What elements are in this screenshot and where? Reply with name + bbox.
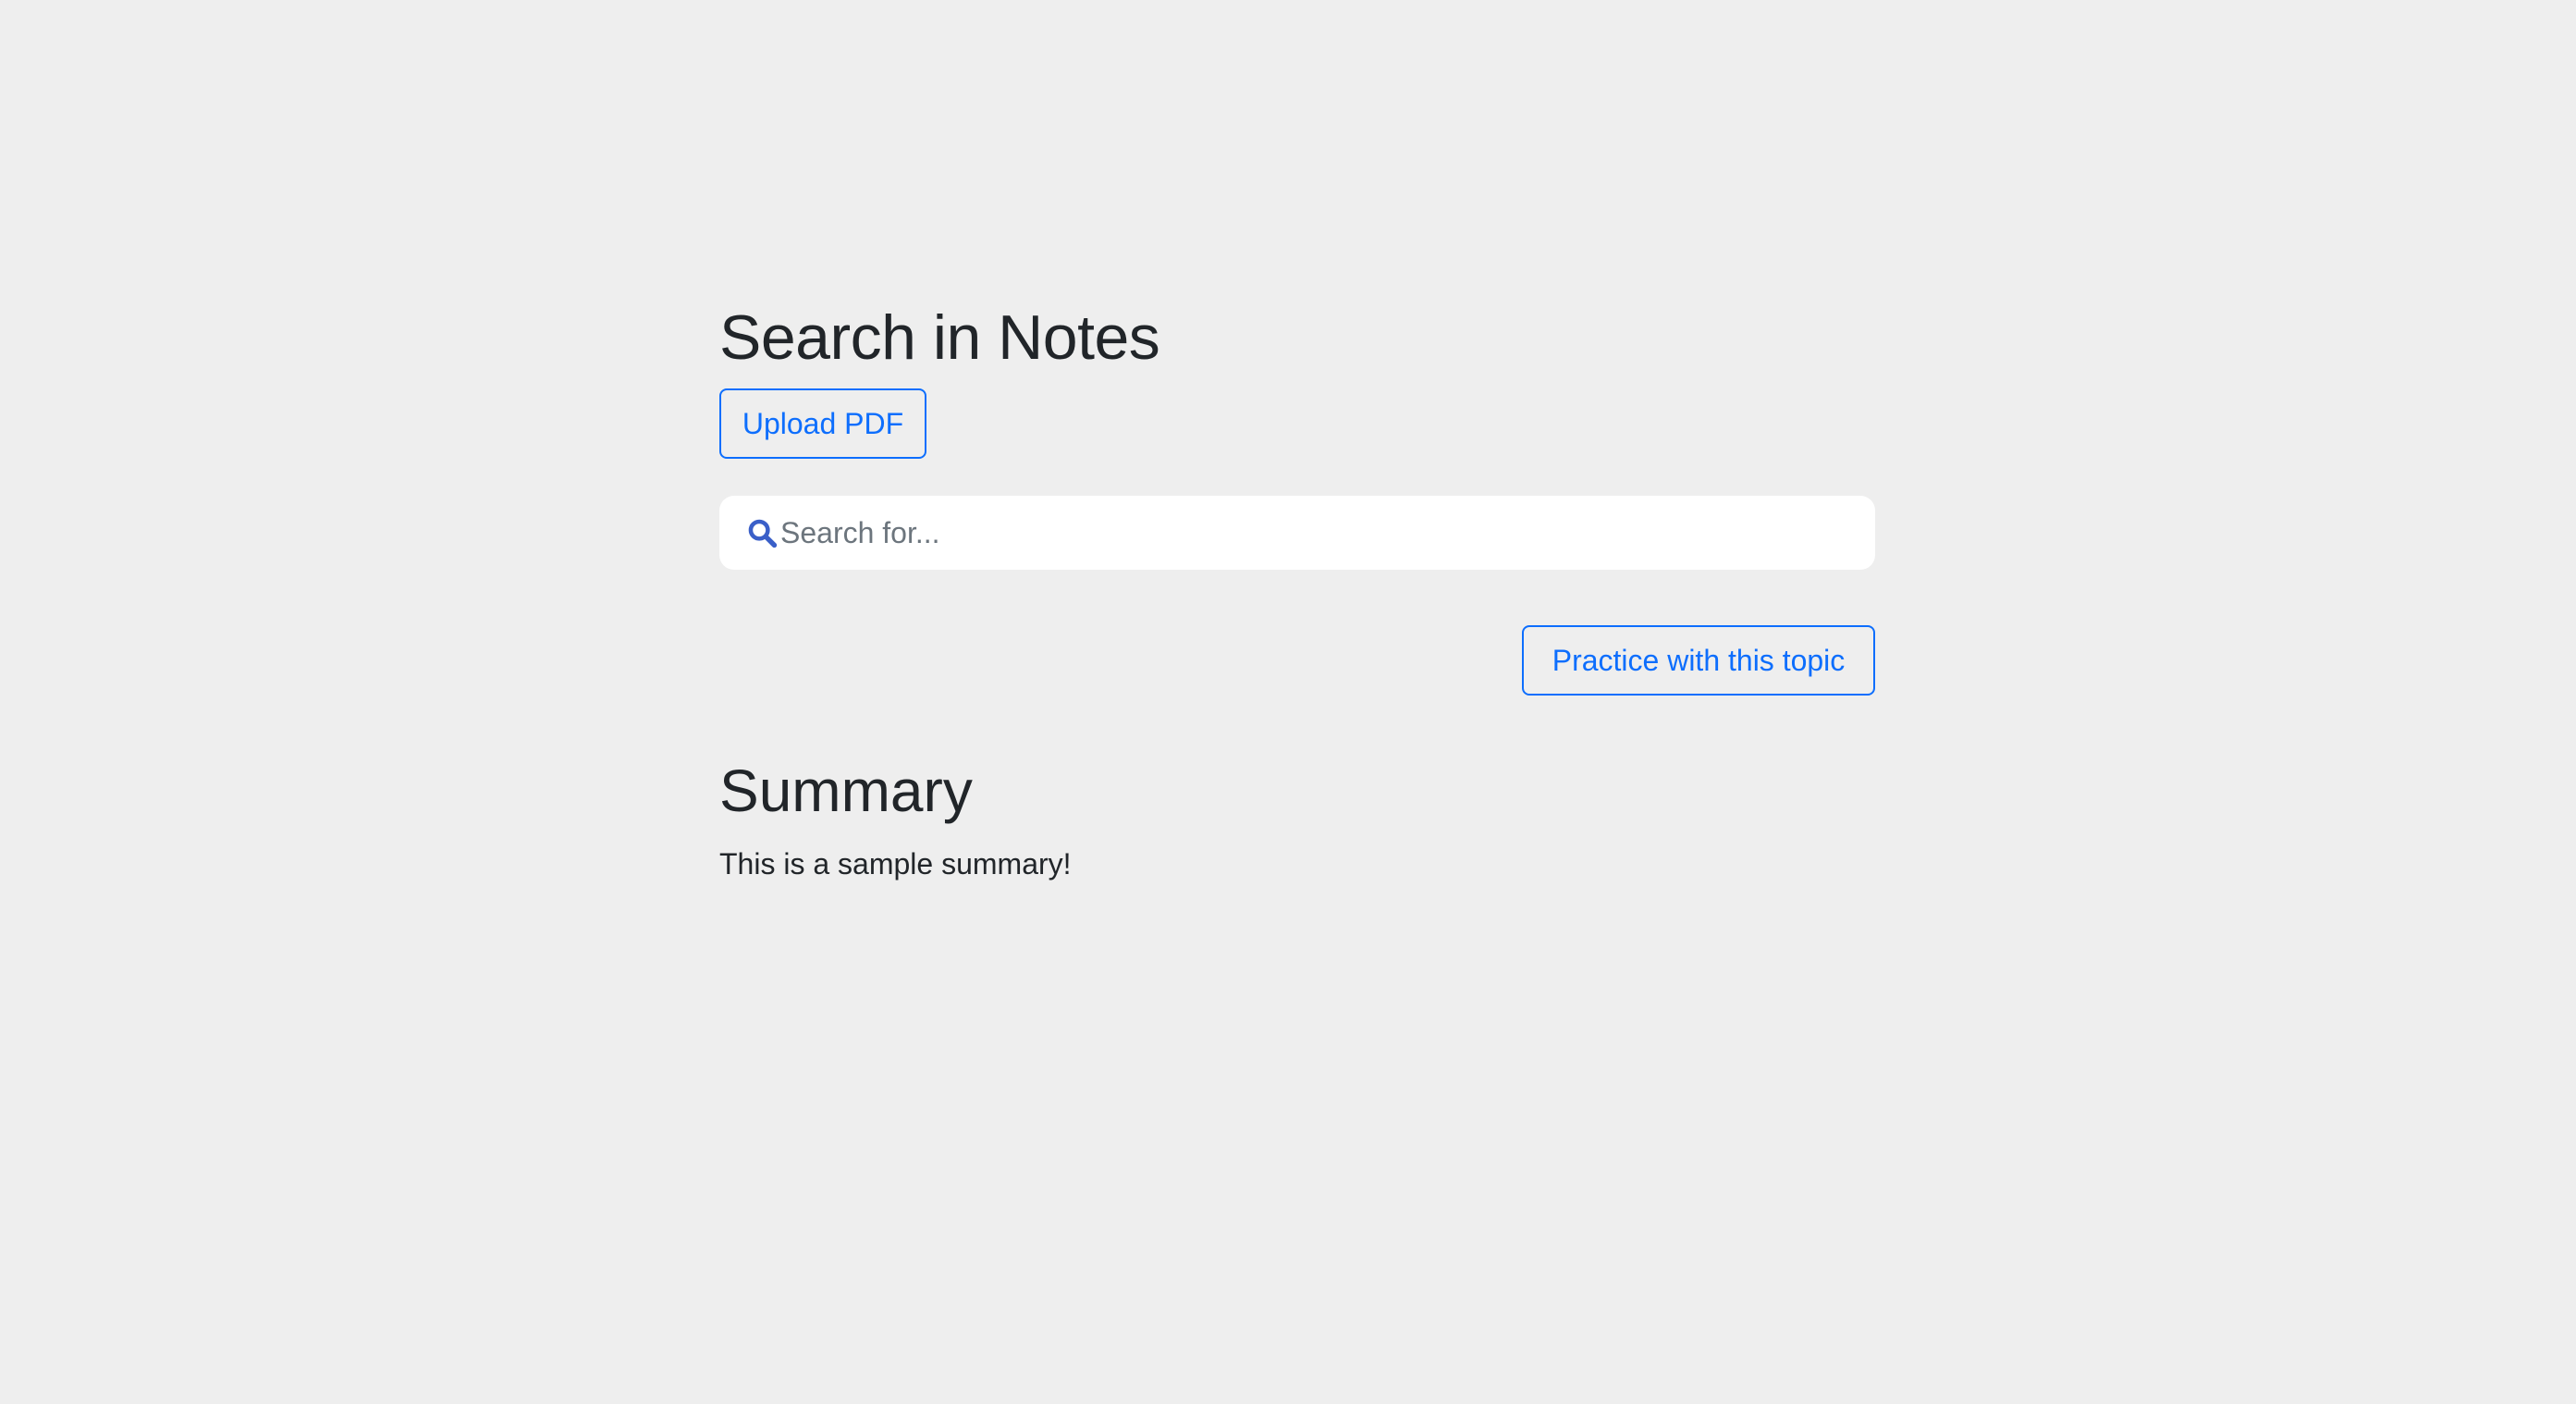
upload-pdf-button[interactable]: Upload PDF — [719, 388, 926, 459]
main-container: Search in Notes Upload PDF Practice with… — [719, 296, 1875, 886]
practice-topic-button[interactable]: Practice with this topic — [1522, 625, 1875, 696]
search-bar[interactable] — [719, 495, 1875, 571]
summary-text: This is a sample summary! — [719, 847, 1072, 881]
practice-row: Practice with this topic — [719, 625, 1875, 696]
page-title: Search in Notes — [719, 302, 1160, 373]
search-icon — [745, 516, 779, 549]
summary-title: Summary — [719, 757, 973, 824]
search-input[interactable] — [779, 495, 1875, 571]
